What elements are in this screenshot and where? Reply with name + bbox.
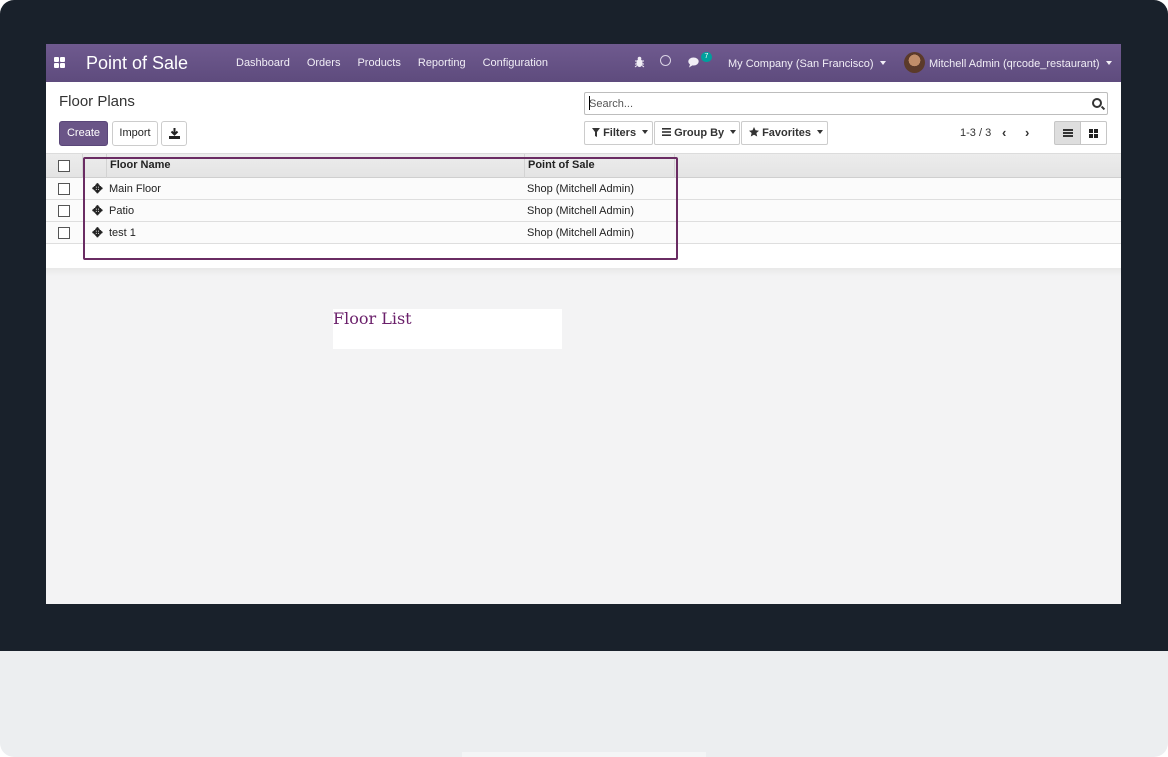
caret-down-icon: [642, 130, 649, 134]
list-view-button[interactable]: [1054, 121, 1081, 145]
monitor-chin: [0, 651, 1168, 757]
page-title: Floor Plans: [59, 93, 135, 110]
caret-down-icon: [730, 130, 737, 134]
menu-configuration[interactable]: Configuration: [483, 56, 548, 70]
group-by-label: Group By: [674, 127, 725, 139]
user-name: Mitchell Admin (qrcode_restaurant): [929, 58, 1100, 70]
highlight-box: [83, 157, 678, 260]
row-checkbox[interactable]: [58, 227, 70, 239]
monitor-stand: [462, 752, 706, 757]
list-bottom-shadow: [46, 268, 1121, 276]
download-button[interactable]: [161, 121, 187, 146]
search-input[interactable]: Search...: [584, 92, 1108, 115]
star-icon: [749, 127, 759, 137]
favorites-button[interactable]: Favorites: [741, 121, 828, 145]
menu-dashboard[interactable]: Dashboard: [236, 56, 290, 70]
screen: Point of Sale Dashboard Orders Products …: [46, 44, 1121, 604]
filters-button[interactable]: Filters: [584, 121, 653, 145]
apps-menu-icon[interactable]: [54, 57, 66, 69]
filter-icon: [592, 128, 600, 137]
caret-down-icon: [879, 61, 886, 65]
top-navbar: Point of Sale Dashboard Orders Products …: [46, 44, 1121, 82]
filters-label: Filters: [603, 127, 637, 139]
caption-box: Floor List: [333, 309, 562, 349]
user-avatar[interactable]: [904, 52, 925, 73]
favorites-label: Favorites: [762, 127, 811, 139]
search-placeholder: Search...: [589, 96, 634, 110]
caption-text: Floor List: [333, 309, 412, 328]
import-button[interactable]: Import: [112, 121, 158, 146]
previous-page-icon[interactable]: ‹: [1002, 126, 1006, 139]
group-by-button[interactable]: Group By: [654, 121, 740, 145]
kanban-view-button[interactable]: [1080, 121, 1107, 145]
row-checkbox[interactable]: [58, 205, 70, 217]
menu-reporting[interactable]: Reporting: [418, 56, 466, 70]
app-title[interactable]: Point of Sale: [86, 52, 188, 74]
create-button[interactable]: Create: [59, 121, 108, 146]
next-page-icon[interactable]: ›: [1025, 126, 1029, 139]
company-name: My Company (San Francisco): [728, 58, 874, 70]
menu-orders[interactable]: Orders: [307, 56, 341, 70]
group-by-icon: [662, 128, 671, 136]
caret-down-icon: [816, 130, 823, 134]
pager-value[interactable]: 1-3 / 3: [960, 126, 991, 140]
download-icon: [168, 128, 180, 139]
message-count-badge: 7: [701, 52, 712, 62]
caret-down-icon: [1105, 61, 1112, 65]
kanban-view-icon: [1089, 129, 1093, 133]
select-all-checkbox[interactable]: [58, 160, 70, 172]
main-menu: Dashboard Orders Products Reporting Conf…: [236, 56, 548, 70]
list-view-icon: [1063, 129, 1073, 137]
row-checkbox[interactable]: [58, 183, 70, 195]
activity-clock-icon[interactable]: [660, 55, 671, 66]
menu-products[interactable]: Products: [357, 56, 400, 70]
search-icon[interactable]: [1092, 98, 1102, 108]
